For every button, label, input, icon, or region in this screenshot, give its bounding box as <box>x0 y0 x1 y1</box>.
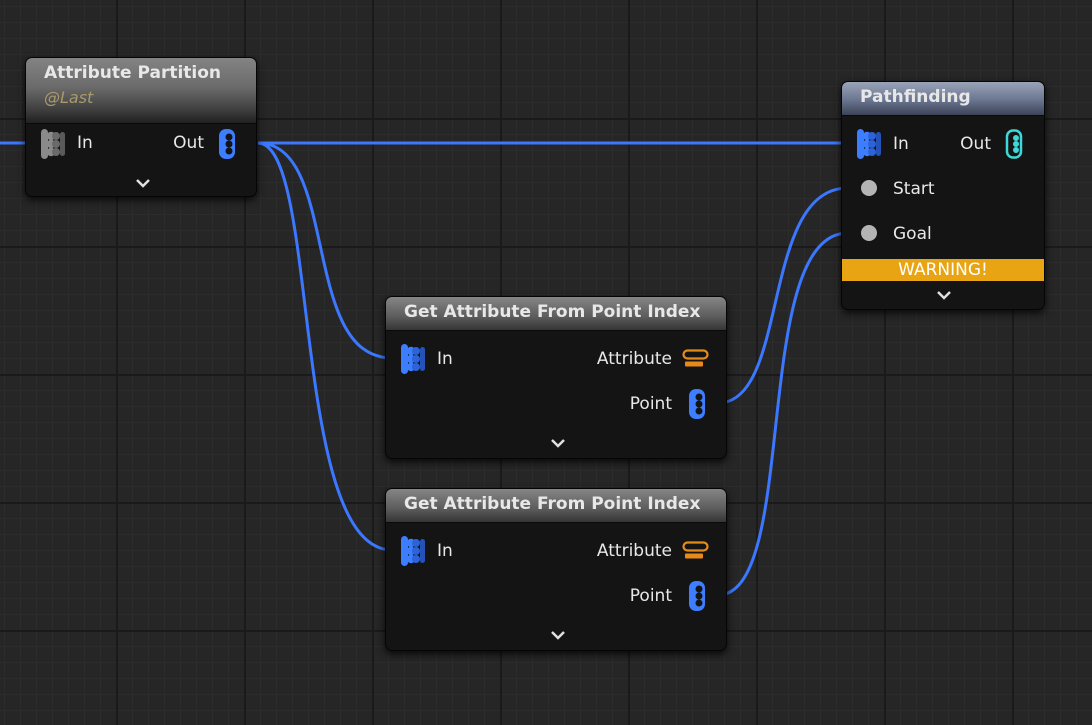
node-header[interactable]: Pathfinding <box>842 82 1044 116</box>
node-header[interactable]: Get Attribute From Point Index <box>386 489 726 523</box>
points-stack-icon[interactable] <box>398 344 428 374</box>
point-pin-label: Point <box>629 394 672 414</box>
warning-banner: WARNING! <box>842 259 1044 281</box>
points-stack-icon[interactable] <box>854 129 884 159</box>
wire-partition-to-get-attribute-2[interactable] <box>257 141 393 552</box>
node-title: Attribute Partition <box>44 63 222 83</box>
input-pin-label: In <box>893 134 909 154</box>
attribute-set-icon[interactable] <box>682 349 710 369</box>
chevron-down-icon[interactable] <box>936 290 952 300</box>
points-stack-icon[interactable] <box>38 129 68 159</box>
get-attribute-node-2[interactable]: Get Attribute From Point Index In Attrib… <box>385 488 727 651</box>
points-stack-icon[interactable] <box>398 536 428 566</box>
point-data-icon[interactable] <box>687 581 707 611</box>
node-title: Get Attribute From Point Index <box>404 494 701 514</box>
chevron-down-icon[interactable] <box>550 438 566 448</box>
start-pin-label: Start <box>893 179 935 199</box>
attribute-set-icon[interactable] <box>682 541 710 561</box>
wire-point1-to-start[interactable] <box>717 186 849 405</box>
node-header[interactable]: Attribute Partition @Last <box>26 58 256 124</box>
param-dot-icon[interactable] <box>860 224 878 242</box>
input-pin-label: In <box>437 349 453 369</box>
point-pin-label: Point <box>629 586 672 606</box>
node-subtitle: @Last <box>44 88 94 107</box>
wire-point2-to-goal[interactable] <box>717 231 849 597</box>
chevron-down-icon[interactable] <box>135 178 151 188</box>
wire-partition-to-get-attribute-1[interactable] <box>257 141 393 360</box>
node-title: Pathfinding <box>860 87 971 107</box>
point-data-icon[interactable] <box>1004 129 1024 159</box>
input-pin-label: In <box>77 133 93 153</box>
input-pin-label: In <box>437 541 453 561</box>
pathfinding-node[interactable]: Pathfinding In Out Start Goal WARNING! <box>841 81 1045 310</box>
output-pin-label: Out <box>173 133 204 153</box>
point-data-icon[interactable] <box>217 129 237 159</box>
goal-pin-label: Goal <box>893 224 932 244</box>
param-dot-icon[interactable] <box>860 179 878 197</box>
output-pin-label: Out <box>960 134 991 154</box>
node-title: Get Attribute From Point Index <box>404 302 701 322</box>
chevron-down-icon[interactable] <box>550 630 566 640</box>
attribute-pin-label: Attribute <box>596 349 672 369</box>
point-data-icon[interactable] <box>687 389 707 419</box>
attribute-pin-label: Attribute <box>596 541 672 561</box>
node-header[interactable]: Get Attribute From Point Index <box>386 297 726 331</box>
attribute-partition-node[interactable]: Attribute Partition @Last In Out <box>25 57 257 197</box>
get-attribute-node-1[interactable]: Get Attribute From Point Index In Attrib… <box>385 296 727 459</box>
